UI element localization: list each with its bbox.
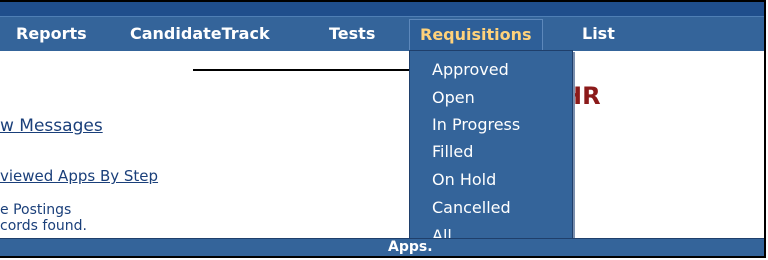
menu-item-filled[interactable]: Filled [432,142,473,161]
menu-item-approved[interactable]: Approved [432,60,509,79]
messages-link[interactable]: w Messages [0,116,103,136]
callout-arrow-line [193,69,425,71]
nav-reports[interactable]: Reports [16,17,87,51]
apps-section-label: Apps. [388,239,433,255]
apps-by-step-link[interactable]: viewed Apps By Step [0,167,158,185]
menu-item-on-hold[interactable]: On Hold [432,170,496,189]
top-strip [0,2,764,16]
requisitions-dropdown: Approved Open In Progress Filled On Hold… [409,50,573,249]
menu-item-in-progress[interactable]: In Progress [432,115,520,134]
nav-requisitions[interactable]: Requisitions [409,19,543,51]
page-frame: Reports CandidateTrack Tests Requisition… [0,0,766,258]
menu-item-open[interactable]: Open [432,88,475,107]
main-navbar: Reports CandidateTrack Tests Requisition… [0,16,764,51]
nav-list[interactable]: List [582,17,615,51]
nav-candidatetrack[interactable]: CandidateTrack [130,17,270,51]
postings-label: e Postings [0,202,72,218]
menu-item-cancelled[interactable]: Cancelled [432,198,511,217]
records-status-text: cords found. [0,218,87,234]
apps-section-bar: Apps. [0,238,764,256]
nav-tests[interactable]: Tests [329,17,375,51]
